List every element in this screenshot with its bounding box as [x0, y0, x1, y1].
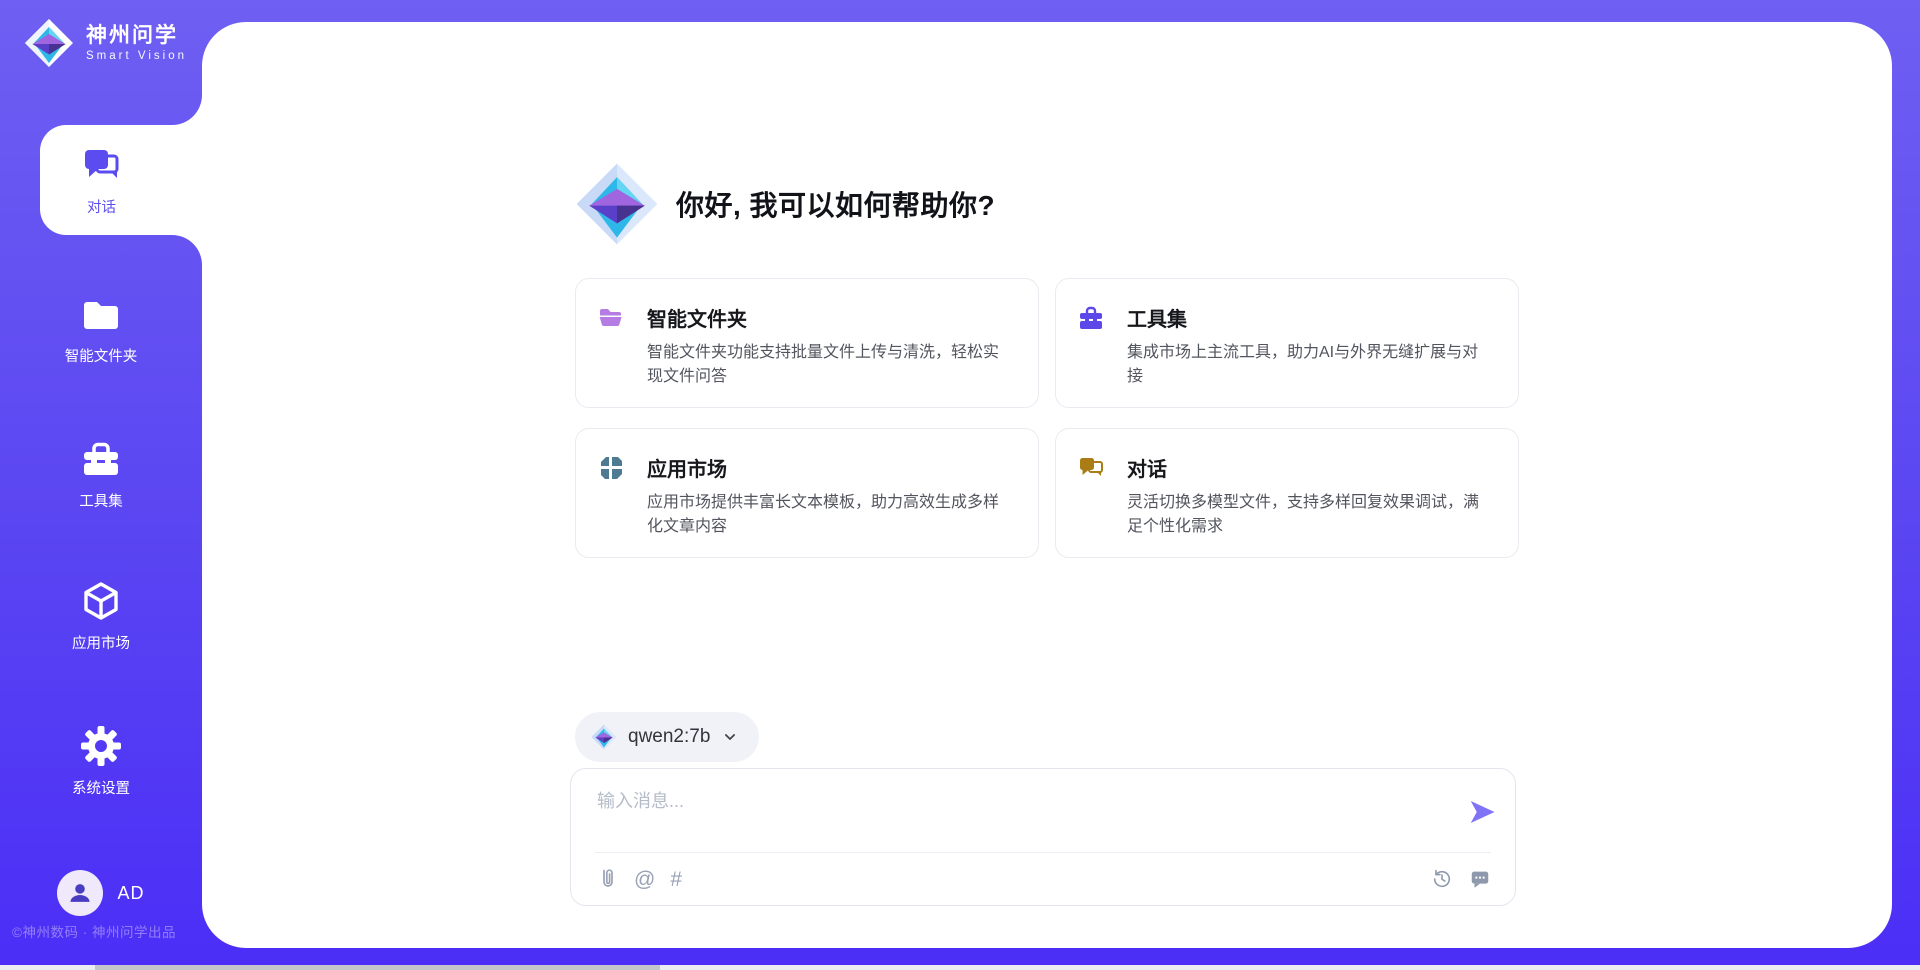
horizontal-scrollbar [0, 965, 1920, 970]
model-gem-icon [591, 724, 617, 750]
shortcut-cards: 智能文件夹 智能文件夹功能支持批量文件上传与清洗，轻松实现文件问答 [575, 278, 1519, 558]
card-description: 智能文件夹功能支持批量文件上传与清洗，轻松实现文件问答 [647, 341, 1014, 389]
card-head: 智能文件夹 [597, 303, 1014, 332]
grid-icon [597, 454, 625, 482]
avatar [57, 870, 103, 916]
model-selector[interactable]: qwen2:7b [575, 712, 759, 762]
folder-open-icon [597, 304, 625, 332]
folder-icon [79, 292, 123, 336]
sidebar-item-smart-folder[interactable]: 智能文件夹 [0, 292, 202, 366]
brand-gem-icon [24, 18, 74, 68]
card-head: 对话 [1077, 453, 1494, 482]
card-title: 智能文件夹 [647, 303, 747, 332]
card-description: 集成市场上主流工具，助力AI与外界无缝扩展与对接 [1127, 341, 1494, 389]
chevron-down-icon [721, 728, 739, 746]
toolbox-icon [79, 437, 123, 481]
person-icon [65, 878, 95, 908]
history-icon[interactable] [1431, 868, 1453, 890]
greeting-block: 你好, 我可以如何帮助你? [575, 162, 995, 246]
card-chat[interactable]: 对话 灵活切换多模型文件，支持多样回复效果调试，满足个性化需求 [1055, 428, 1519, 558]
horizontal-scrollbar-thumb[interactable] [95, 965, 660, 970]
toolbox-icon [1077, 304, 1105, 332]
message-composer: @ # [570, 768, 1516, 906]
card-head: 工具集 [1077, 303, 1494, 332]
card-smart-folder[interactable]: 智能文件夹 智能文件夹功能支持批量文件上传与清洗，轻松实现文件问答 [575, 278, 1039, 408]
sidebar-item-label: 工具集 [79, 490, 123, 511]
card-title: 工具集 [1127, 303, 1187, 332]
sidebar-item-toolset[interactable]: 工具集 [0, 437, 202, 511]
sidebar-item-chat[interactable]: 对话 [40, 125, 205, 235]
card-title: 应用市场 [647, 453, 727, 482]
paperclip-icon[interactable] [595, 867, 619, 891]
hash-topic-icon[interactable]: # [670, 869, 682, 890]
sidebar-item-app-market[interactable]: 应用市场 [0, 579, 202, 653]
app-title-block: 神州问学 Smart Vision [86, 24, 187, 62]
composer-toolbar: @ # [595, 853, 1491, 905]
card-description: 应用市场提供丰富长文本模板，助力高效生成多样化文章内容 [647, 491, 1014, 539]
sidebar-item-label: 对话 [87, 196, 116, 217]
content-column: 你好, 我可以如何帮助你? 智能文件夹 智能文件夹功能支持批量文件上传与清洗，轻… [575, 22, 1519, 948]
message-input[interactable] [595, 785, 1419, 847]
chat-icon [1077, 454, 1105, 482]
sidebar-item-label: 系统设置 [72, 777, 130, 798]
greeting-title: 你好, 我可以如何帮助你? [676, 184, 995, 224]
cube-icon [79, 579, 123, 623]
composer-toolbar-right [1431, 868, 1491, 890]
card-toolset[interactable]: 工具集 集成市场上主流工具，助力AI与外界无缝扩展与对接 [1055, 278, 1519, 408]
app-name: 神州问学 [86, 24, 187, 47]
sidebar-item-settings[interactable]: 系统设置 [0, 724, 202, 798]
card-description: 灵活切换多模型文件，支持多样回复效果调试，满足个性化需求 [1127, 491, 1494, 539]
user-initials: AD [117, 883, 144, 904]
sidebar-item-label: 智能文件夹 [65, 345, 138, 366]
model-name: qwen2:7b [628, 726, 710, 748]
chat-bubble-icon[interactable] [1469, 868, 1491, 890]
card-head: 应用市场 [597, 453, 1014, 482]
card-title: 对话 [1127, 453, 1167, 482]
app-logo: 神州问学 Smart Vision [24, 18, 187, 68]
app-tagline: Smart Vision [86, 50, 187, 62]
at-mention-icon[interactable]: @ [634, 869, 655, 890]
composer-toolbar-left: @ # [595, 867, 682, 891]
card-app-market[interactable]: 应用市场 应用市场提供丰富长文本模板，助力高效生成多样化文章内容 [575, 428, 1039, 558]
brand-gem-icon [575, 162, 659, 246]
chat-icon [80, 143, 124, 187]
send-icon[interactable] [1467, 797, 1497, 827]
user-account[interactable]: AD [0, 870, 202, 916]
gear-icon [79, 724, 123, 768]
sidebar-item-label: 应用市场 [72, 632, 130, 653]
copyright-text: ©神州数码 · 神州问学出品 [12, 921, 212, 941]
